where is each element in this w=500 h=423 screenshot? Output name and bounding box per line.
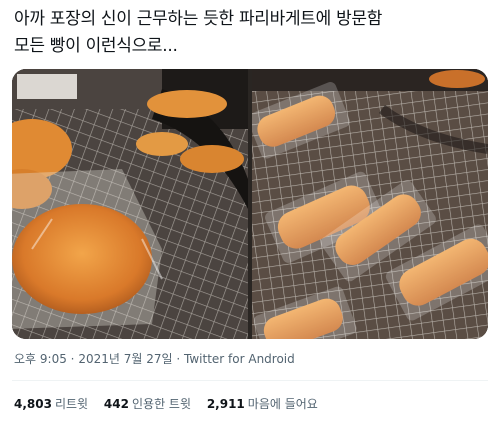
like-count-value: 2,911	[206, 397, 245, 411]
quote-tweet-label: 인용한 트윗	[131, 397, 191, 411]
quote-tweet-count[interactable]: 442 인용한 트윗	[104, 397, 191, 411]
photo-left-image	[12, 69, 248, 339]
tweet-meta: 오후 9:05 · 2021년 7월 27일 · Twitter for And…	[14, 350, 295, 367]
retweet-label: 리트윗	[54, 397, 89, 411]
tweet-date[interactable]: 2021년 7월 27일	[78, 352, 172, 366]
photo-right-image	[252, 69, 488, 339]
divider-top	[12, 380, 488, 381]
retweet-count[interactable]: 4,803 리트윗	[14, 397, 88, 411]
media-grid	[12, 69, 488, 339]
tweet-text-line-1: 아까 포장의 신이 근무하는 듯한 파리바게트에 방문함	[14, 9, 383, 29]
tweet-stats: 4,803 리트윗 442 인용한 트윗 2,911 마음에 들어요	[14, 395, 330, 412]
photo-left[interactable]	[12, 69, 248, 339]
tweet-text: 아까 포장의 신이 근무하는 듯한 파리바게트에 방문함 모든 빵이 이런식으로…	[14, 6, 486, 60]
photo-right[interactable]	[252, 69, 488, 339]
like-label: 마음에 들어요	[247, 397, 318, 411]
meta-separator: ·	[176, 352, 181, 366]
retweet-count-value: 4,803	[14, 397, 52, 411]
like-count[interactable]: 2,911 마음에 들어요	[207, 397, 318, 411]
tweet-source[interactable]: Twitter for Android	[184, 352, 295, 366]
quote-tweet-count-value: 442	[103, 397, 129, 411]
tweet-time[interactable]: 오후 9:05	[14, 352, 67, 366]
tweet-text-line-2: 모든 빵이 이런식으로...	[14, 36, 178, 56]
meta-separator: ·	[70, 352, 75, 366]
